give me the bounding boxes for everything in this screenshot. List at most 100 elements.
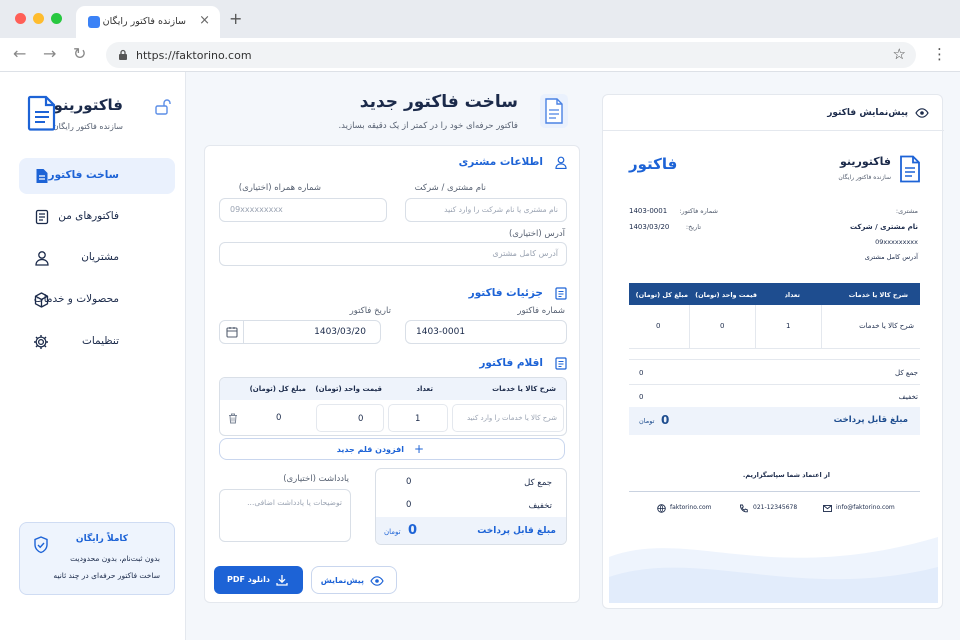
sidebar-item-products[interactable]: محصولات و خدمات: [19, 282, 175, 318]
invoice-number-input[interactable]: 1403-0001: [405, 320, 567, 344]
bookmark-star-icon[interactable]: ☆: [893, 45, 906, 63]
brand-tagline: سازنده فاکتور رایگان: [52, 122, 123, 131]
user-icon: [555, 156, 567, 169]
preview-discount-label: تخفیف: [898, 393, 918, 401]
app: فاکتورینو سازنده فاکتور رایگان ساخت فاکت…: [0, 72, 960, 640]
sidebar-item-settings[interactable]: تنظیمات: [19, 324, 175, 360]
invoice-number-label: شماره فاکتور: [517, 306, 565, 316]
preview-phone: 021-12345678: [739, 503, 809, 515]
sidebar-item-create-invoice[interactable]: ساخت فاکتور: [19, 158, 175, 194]
note-textarea[interactable]: توضیحات یا یادداشت اضافی...: [219, 489, 351, 542]
invoice-date-input[interactable]: 1403/03/20: [219, 320, 381, 344]
preview-col-total: مبلغ کل (تومان): [635, 291, 688, 299]
browser-tab[interactable]: سازنده فاکتور رایگان ×: [76, 6, 220, 38]
browser-menu-icon[interactable]: ⋮: [932, 45, 947, 63]
maximize-window-button[interactable]: [51, 13, 62, 24]
customer-section-title: اطلاعات مشتری: [458, 156, 543, 168]
sidebar-item-my-invoices[interactable]: فاکتورهای من: [19, 199, 175, 235]
globe-icon: [657, 504, 666, 513]
preview-logo-icon: [900, 155, 920, 183]
eye-icon: [370, 576, 384, 586]
download-label: دانلود PDF: [227, 575, 270, 584]
phone-input[interactable]: 09xxxxxxxxx: [219, 198, 387, 222]
preview-customer-heading: مشتری:: [895, 207, 918, 215]
favicon-icon: [88, 16, 100, 28]
preview-thanks: از اعتماد شما سپاسگزاریم.: [742, 471, 830, 479]
discount-value: 0: [406, 500, 412, 510]
tab-title: سازنده فاکتور رایگان: [102, 16, 186, 27]
subtotal-value: 0: [406, 477, 412, 487]
mail-icon: [823, 505, 832, 512]
trash-icon[interactable]: [228, 413, 238, 424]
customer-name-label: نام مشتری / شرکت: [414, 183, 486, 193]
promo-card: کاملاً رایگان بدون ثبت‌نام، بدون محدودیت…: [19, 522, 175, 595]
address-input[interactable]: آدرس کامل مشتری: [219, 242, 567, 266]
payable-value: 0: [408, 523, 418, 538]
header-document-icon: [540, 94, 568, 128]
phone-label: شماره همراه (اختیاری): [238, 183, 321, 193]
preview-invoice-number: 1403-0001: [629, 207, 668, 215]
summary-box: جمع کل 0 تخفیف 0 مبلغ قابل پرداخت 0 توما…: [375, 468, 567, 545]
unlock-icon[interactable]: [154, 98, 172, 116]
customer-name-input[interactable]: نام مشتری یا نام شرکت را وارد کنید: [405, 198, 567, 222]
preview-customer-name: نام مشتری / شرکت: [849, 223, 918, 231]
promo-line-1: بدون ثبت‌نام، بدون محدودیت: [70, 554, 160, 563]
preview-col-description: شرح کالا یا خدمات: [848, 291, 908, 299]
download-icon: [276, 575, 288, 586]
plus-icon: +: [414, 442, 425, 456]
promo-line-2: ساخت فاکتور حرفه‌ای در چند ثانیه: [53, 571, 160, 580]
invoice-details-title: جزئیات فاکتور: [468, 287, 543, 299]
shield-check-icon: [34, 536, 48, 554]
add-item-button[interactable]: + افزودن قلم جدید: [219, 438, 565, 460]
preview-email: info@faktorino.com: [823, 503, 919, 515]
item-price-input[interactable]: 0: [316, 404, 384, 432]
minimize-window-button[interactable]: [33, 13, 44, 24]
preview-panel: پیش‌نمایش فاکتور فاکتور فاکتورینو سازنده…: [602, 94, 944, 609]
sidebar-item-customers[interactable]: مشتریان: [19, 240, 175, 276]
page-subtitle: فاکتور حرفه‌ای خود را در کمتر از یک دقیق…: [338, 121, 518, 131]
preview-brand-tagline: سازنده فاکتور رایگان: [838, 174, 891, 181]
user-icon: [35, 251, 49, 266]
preview-table-header: شرح کالا یا خدمات تعداد قیمت واحد (تومان…: [629, 283, 920, 305]
reload-button[interactable]: ↻: [73, 44, 86, 63]
preview-customer-address: آدرس کامل مشتری: [864, 253, 918, 261]
back-button[interactable]: ←: [13, 44, 26, 63]
col-description: شرح کالا یا خدمات: [492, 385, 556, 393]
forward-button[interactable]: →: [43, 44, 56, 63]
preview-doc-title: فاکتور: [629, 155, 678, 173]
col-qty: تعداد: [416, 385, 433, 393]
eye-icon: [915, 108, 929, 118]
page-title: ساخت فاکتور جدید: [359, 92, 518, 112]
preview-table-row: شرح کالا یا خدمات 1 0 0: [629, 305, 920, 349]
note-label: یادداشت (اختیاری): [283, 474, 349, 484]
preview-payable: 0: [661, 413, 670, 427]
preview-currency: تومان: [639, 417, 655, 425]
invoice-preview-document: فاکتور فاکتورینو سازنده فاکتور رایگان شم…: [609, 137, 938, 603]
list-icon: [35, 209, 49, 225]
new-tab-button[interactable]: +: [229, 9, 242, 28]
download-pdf-button[interactable]: دانلود PDF: [214, 566, 303, 594]
wave-decoration: [609, 537, 938, 603]
sidebar-item-label: فاکتورهای من: [58, 210, 119, 222]
url-text: https://faktorino.com: [136, 49, 252, 62]
item-description-input[interactable]: شرح کالا یا خدمات را وارد کنید: [452, 404, 564, 432]
tab-close-icon[interactable]: ×: [199, 13, 210, 28]
items-section-title: اقلام فاکتور: [479, 357, 543, 369]
item-qty-input[interactable]: 1: [388, 404, 448, 432]
sidebar-item-label: مشتریان: [81, 251, 119, 263]
calendar-button[interactable]: [220, 321, 244, 343]
preview-discount: 0: [639, 393, 644, 401]
logo-document-icon: [27, 95, 56, 131]
invoice-date-label: تاریخ فاکتور: [349, 306, 391, 316]
items-table: شرح کالا یا خدمات تعداد قیمت واحد (تومان…: [219, 377, 567, 436]
payable-currency: تومان: [384, 528, 401, 536]
preview-button[interactable]: پیش‌نمایش: [311, 566, 397, 594]
promo-title: کاملاً رایگان: [75, 534, 128, 544]
preview-row-qty: 1: [786, 322, 791, 330]
add-item-label: افزودن قلم جدید: [336, 445, 404, 454]
preview-date-label: تاریخ:: [685, 223, 701, 231]
sidebar-item-label: ساخت فاکتور: [48, 169, 119, 181]
close-window-button[interactable]: [15, 13, 26, 24]
address-bar[interactable]: https://faktorino.com ☆: [106, 42, 916, 68]
items-table-header: شرح کالا یا خدمات تعداد قیمت واحد (تومان…: [220, 378, 566, 400]
